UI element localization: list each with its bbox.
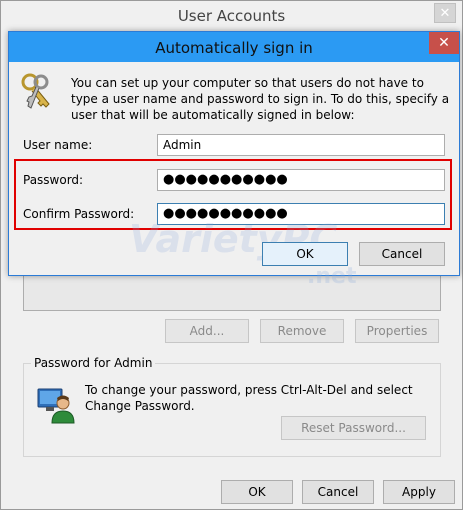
username-label: User name: — [23, 138, 93, 152]
password-label: Password: — [23, 173, 84, 187]
outer-titlebar: User Accounts ✕ — [1, 1, 462, 31]
apply-button[interactable]: Apply — [383, 480, 455, 504]
watermark-sub: .net — [307, 264, 357, 289]
dialog-cancel-button[interactable]: Cancel — [359, 242, 445, 266]
outer-ok-button[interactable]: OK — [221, 480, 293, 504]
password-group-label: Password for Admin — [31, 356, 156, 370]
close-icon: ✕ — [439, 6, 451, 21]
dialog-title: Automatically sign in — [155, 39, 313, 57]
close-icon: ✕ — [438, 35, 450, 51]
properties-button[interactable]: Properties — [355, 319, 439, 343]
add-button[interactable]: Add... — [165, 319, 249, 343]
reset-password-button[interactable]: Reset Password... — [281, 416, 426, 440]
outer-close-button[interactable]: ✕ — [434, 3, 456, 23]
username-field[interactable]: Admin — [157, 134, 445, 156]
password-description: To change your password, press Ctrl-Alt-… — [85, 383, 413, 413]
dialog-description: You can set up your computer so that use… — [71, 76, 450, 122]
outer-cancel-button[interactable]: Cancel — [302, 480, 374, 504]
password-field[interactable]: ●●●●●●●●●●● — [157, 169, 445, 191]
dialog-ok-button[interactable]: OK — [262, 242, 348, 266]
dialog-close-button[interactable]: ✕ — [429, 32, 459, 54]
keys-icon — [21, 73, 50, 109]
outer-window-title: User Accounts — [177, 7, 286, 25]
user-icon — [37, 388, 75, 424]
confirm-password-label: Confirm Password: — [23, 207, 135, 221]
dialog-titlebar: Automatically sign in ✕ — [9, 32, 459, 62]
auto-signin-dialog: Automatically sign in ✕ You can set up y… — [8, 31, 460, 289]
remove-button[interactable]: Remove — [260, 319, 344, 343]
